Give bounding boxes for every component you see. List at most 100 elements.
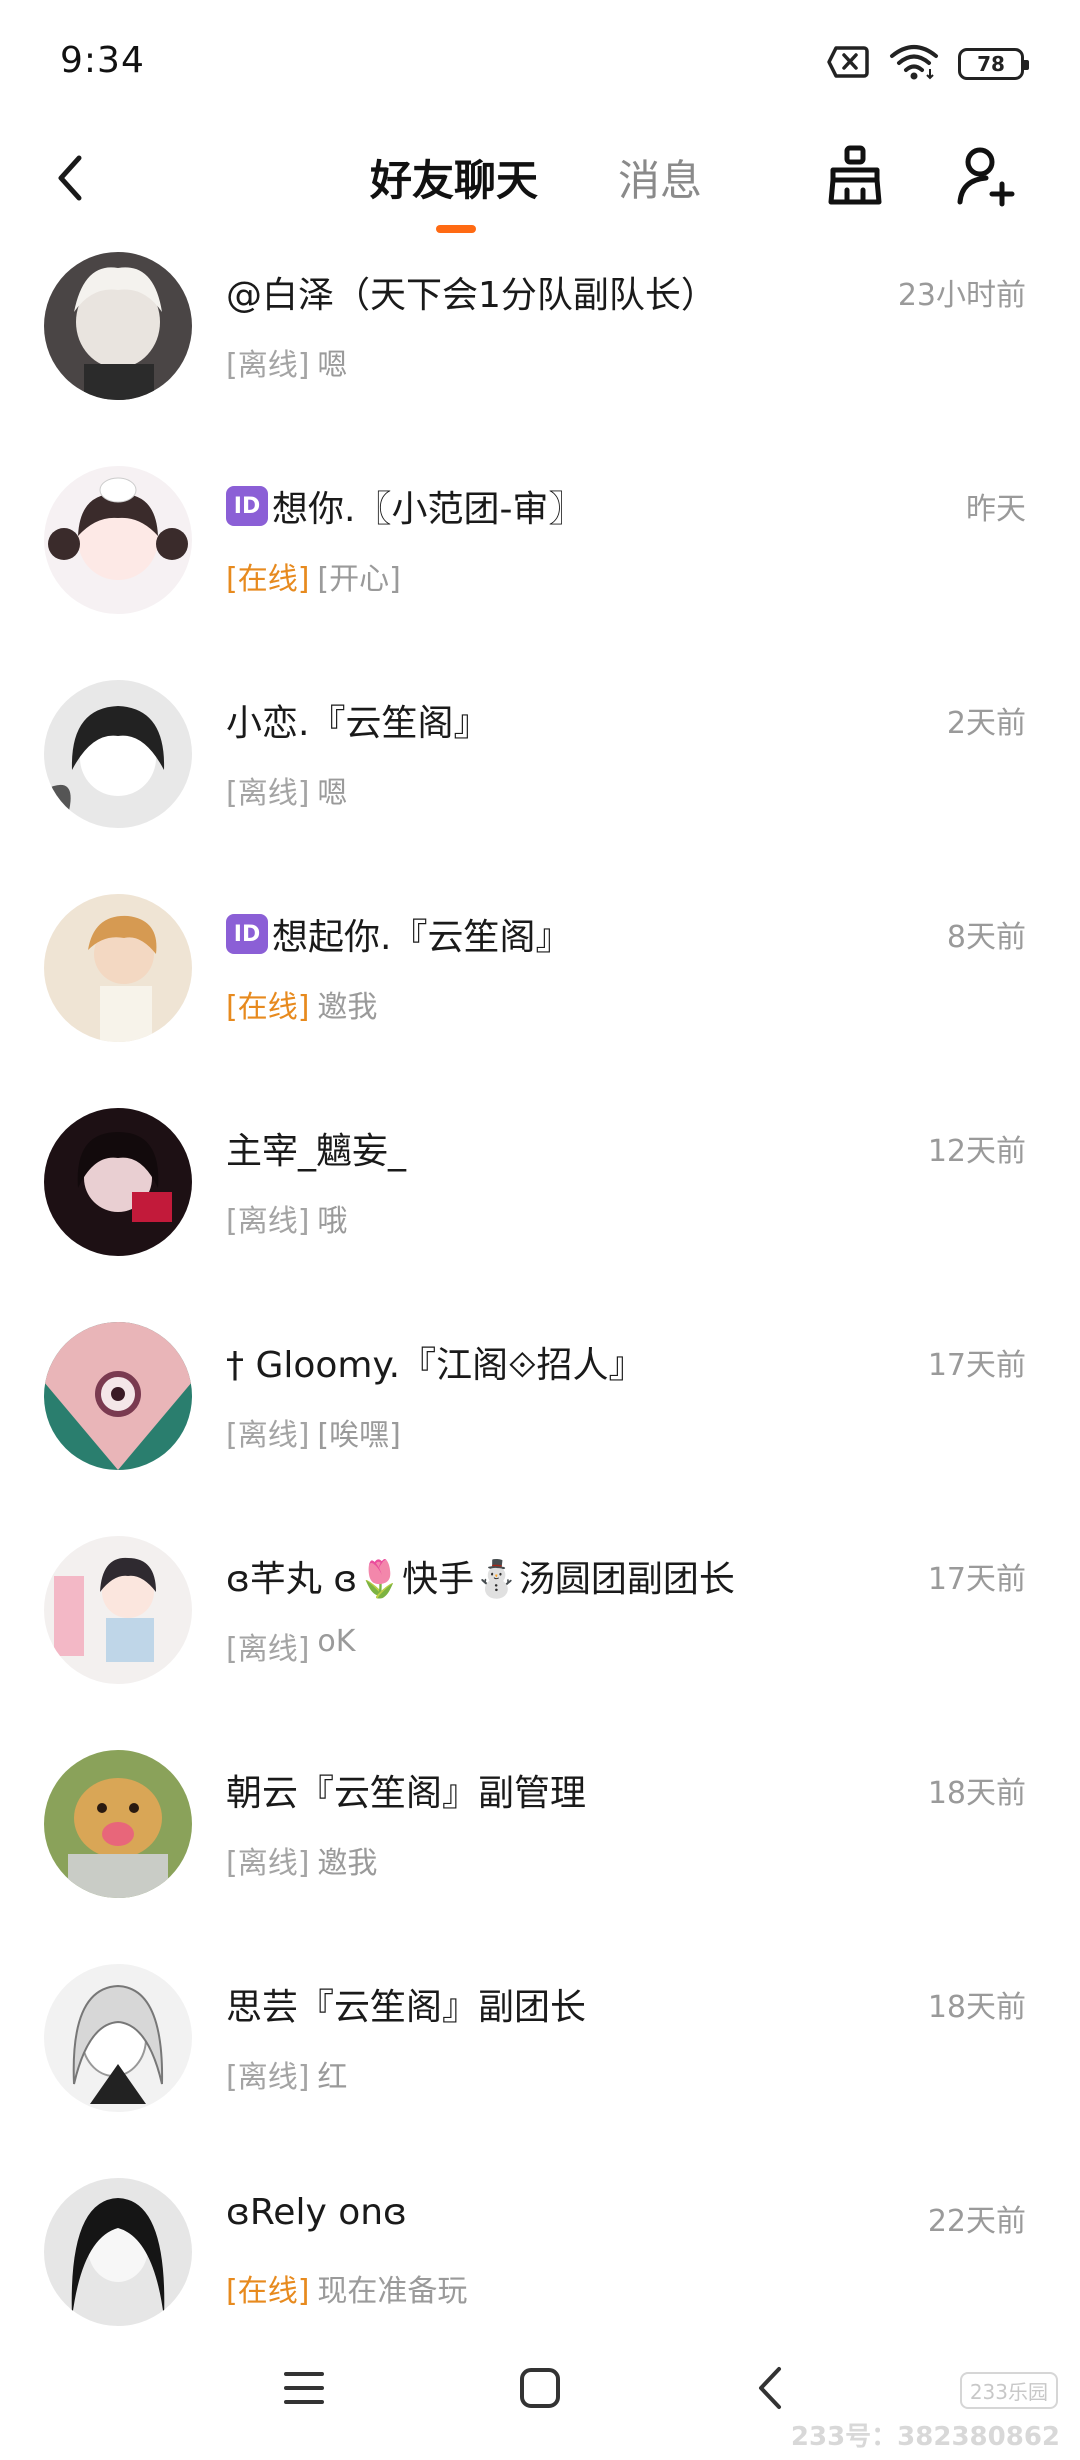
chat-item[interactable]: 主宰_魑妄_ 12天前 [离线] 哦 <box>0 1100 1080 1314</box>
contact-name: 思芸『云笙阁』副团长 <box>226 1987 587 2028</box>
online-status: [在线] <box>226 2274 310 2309</box>
online-status: [离线] <box>226 1846 310 1881</box>
chat-preview: [离线] oK <box>226 1624 355 1668</box>
chat-item[interactable]: @白泽（天下会1分队副队长） 23小时前 [离线] 嗯 <box>0 244 1080 458</box>
last-message: 嗯 <box>317 776 348 811</box>
chat-name: ID 想起你.『云笙阁』 <box>226 908 866 960</box>
add-user-icon <box>956 144 1020 212</box>
contact-name: † Gloomy.『江阁⟐招人』 <box>226 1345 645 1386</box>
status-icons: 78 <box>826 43 1029 85</box>
avatar[interactable] <box>44 466 192 614</box>
chat-name: † Gloomy.『江阁⟐招人』 <box>226 1336 866 1388</box>
last-message: [唉嘿] <box>317 1418 401 1453</box>
chat-time: 8天前 <box>946 920 1026 955</box>
contact-name: ɞ芊丸 ɞ🌷快手⛄汤圆团副团长 <box>226 1559 735 1600</box>
chat-preview: [离线] 邀我 <box>226 1838 377 1882</box>
status-time: 9:34 <box>60 40 145 81</box>
chat-time: 18天前 <box>927 1990 1026 2025</box>
last-message: 邀我 <box>317 990 378 1025</box>
avatar[interactable] <box>44 1536 192 1684</box>
avatar[interactable] <box>44 894 192 1042</box>
avatar[interactable] <box>44 252 192 400</box>
chat-name: 朝云『云笙阁』副管理 <box>226 1764 866 1816</box>
system-nav-bar: 233乐园 233号：382380862 <box>0 2320 1080 2460</box>
avatar[interactable] <box>44 1750 192 1898</box>
last-message: 嗯 <box>317 348 348 383</box>
back-button[interactable] <box>40 140 100 220</box>
chat-time: 昨天 <box>966 492 1026 527</box>
chat-name: 主宰_魑妄_ <box>226 1122 866 1174</box>
chevron-left-icon <box>53 152 87 208</box>
chat-item[interactable]: ID 想你.〖小范团-审〗 昨天 [在线] [开心] <box>0 458 1080 672</box>
chat-item[interactable]: 小恋.『云笙阁』 2天前 [离线] 嗯 <box>0 672 1080 886</box>
chat-name: ID 想你.〖小范团-审〗 <box>226 480 866 532</box>
chat-name: ɞ芊丸 ɞ🌷快手⛄汤圆团副团长 <box>226 1550 866 1602</box>
contact-name: 想起你.『云笙阁』 <box>272 917 572 958</box>
chat-time: 22天前 <box>927 2204 1026 2239</box>
broom-icon <box>825 144 885 212</box>
contact-name: 小恋.『云笙阁』 <box>226 703 490 744</box>
active-tab-indicator <box>436 225 476 233</box>
chat-item[interactable]: ɞ芊丸 ɞ🌷快手⛄汤圆团副团长 17天前 [离线] oK <box>0 1528 1080 1742</box>
recent-apps-button[interactable] <box>264 2350 344 2430</box>
chat-name: 思芸『云笙阁』副团长 <box>226 1978 866 2030</box>
id-badge-icon: ID <box>226 486 268 526</box>
chat-preview: [离线] 红 <box>226 2052 347 2096</box>
online-status: [在线] <box>226 562 310 597</box>
online-status: [离线] <box>226 348 310 383</box>
online-status: [离线] <box>226 1418 310 1453</box>
online-status: [离线] <box>226 1204 310 1239</box>
last-message: oK <box>317 1624 356 1659</box>
chat-item[interactable]: 思芸『云笙阁』副团长 18天前 [离线] 红 <box>0 1956 1080 2170</box>
header: 好友聊天 消息 <box>0 120 1080 240</box>
chat-time: 17天前 <box>927 1562 1026 1597</box>
avatar[interactable] <box>44 1322 192 1470</box>
friend-chat-screen: 9:34 78 好友聊天 消息 @白泽（天下会1分队副队长） 23小时前 [离线… <box>0 0 1080 2460</box>
online-status: [在线] <box>226 990 310 1025</box>
last-message: 红 <box>317 2060 348 2095</box>
back-triangle-icon <box>755 2365 785 2415</box>
chat-preview: [在线] [开心] <box>226 554 401 598</box>
contact-name: ɞRely onɞ <box>226 2192 407 2233</box>
chat-item[interactable]: † Gloomy.『江阁⟐招人』 17天前 [离线] [唉嘿] <box>0 1314 1080 1528</box>
chat-item[interactable]: 朝云『云笙阁』副管理 18天前 [离线] 邀我 <box>0 1742 1080 1956</box>
chat-preview: [离线] [唉嘿] <box>226 1410 401 1454</box>
wifi-icon <box>888 43 940 85</box>
chat-list: @白泽（天下会1分队副队长） 23小时前 [离线] 嗯 ID 想你.〖小范团-审〗… <box>0 244 1080 2384</box>
home-button[interactable] <box>500 2350 580 2430</box>
last-message: 邀我 <box>317 1846 378 1881</box>
avatar[interactable] <box>44 680 192 828</box>
battery-icon: 78 <box>958 48 1029 80</box>
chat-name: 小恋.『云笙阁』 <box>226 694 866 746</box>
chat-time: 2天前 <box>946 706 1026 741</box>
chat-preview: [离线] 嗯 <box>226 340 347 384</box>
online-status: [离线] <box>226 1632 310 1667</box>
online-status: [离线] <box>226 2060 310 2095</box>
chat-preview: [在线] 现在准备玩 <box>226 2266 467 2310</box>
battery-level: 78 <box>977 52 1005 76</box>
chat-preview: [离线] 哦 <box>226 1196 347 1240</box>
contact-name: @白泽（天下会1分队副队长） <box>226 275 717 316</box>
id-badge-icon: ID <box>226 914 268 954</box>
avatar[interactable] <box>44 2178 192 2326</box>
avatar[interactable] <box>44 1964 192 2112</box>
chat-time: 12天前 <box>927 1134 1026 1169</box>
status-bar: 9:34 78 <box>0 0 1080 120</box>
last-message: 哦 <box>317 1204 348 1239</box>
sim-off-icon <box>826 45 870 83</box>
last-message: [开心] <box>317 562 401 597</box>
contact-name: 想你.〖小范团-审〗 <box>272 489 585 530</box>
last-message: 现在准备玩 <box>317 2274 468 2309</box>
chat-item[interactable]: ID 想起你.『云笙阁』 8天前 [在线] 邀我 <box>0 886 1080 1100</box>
square-home-icon <box>518 2366 562 2414</box>
avatar[interactable] <box>44 1108 192 1256</box>
add-friend-button[interactable] <box>950 138 1026 218</box>
chat-time: 23小时前 <box>897 278 1026 313</box>
tab-friend-chat[interactable]: 好友聊天 <box>370 142 538 212</box>
clean-button[interactable] <box>820 138 890 218</box>
menu-icon <box>282 2368 326 2412</box>
chat-preview: [离线] 嗯 <box>226 768 347 812</box>
watermark-id: 233号：382380862 <box>790 2422 1060 2452</box>
chat-time: 18天前 <box>927 1776 1026 1811</box>
tab-messages[interactable]: 消息 <box>618 142 702 212</box>
